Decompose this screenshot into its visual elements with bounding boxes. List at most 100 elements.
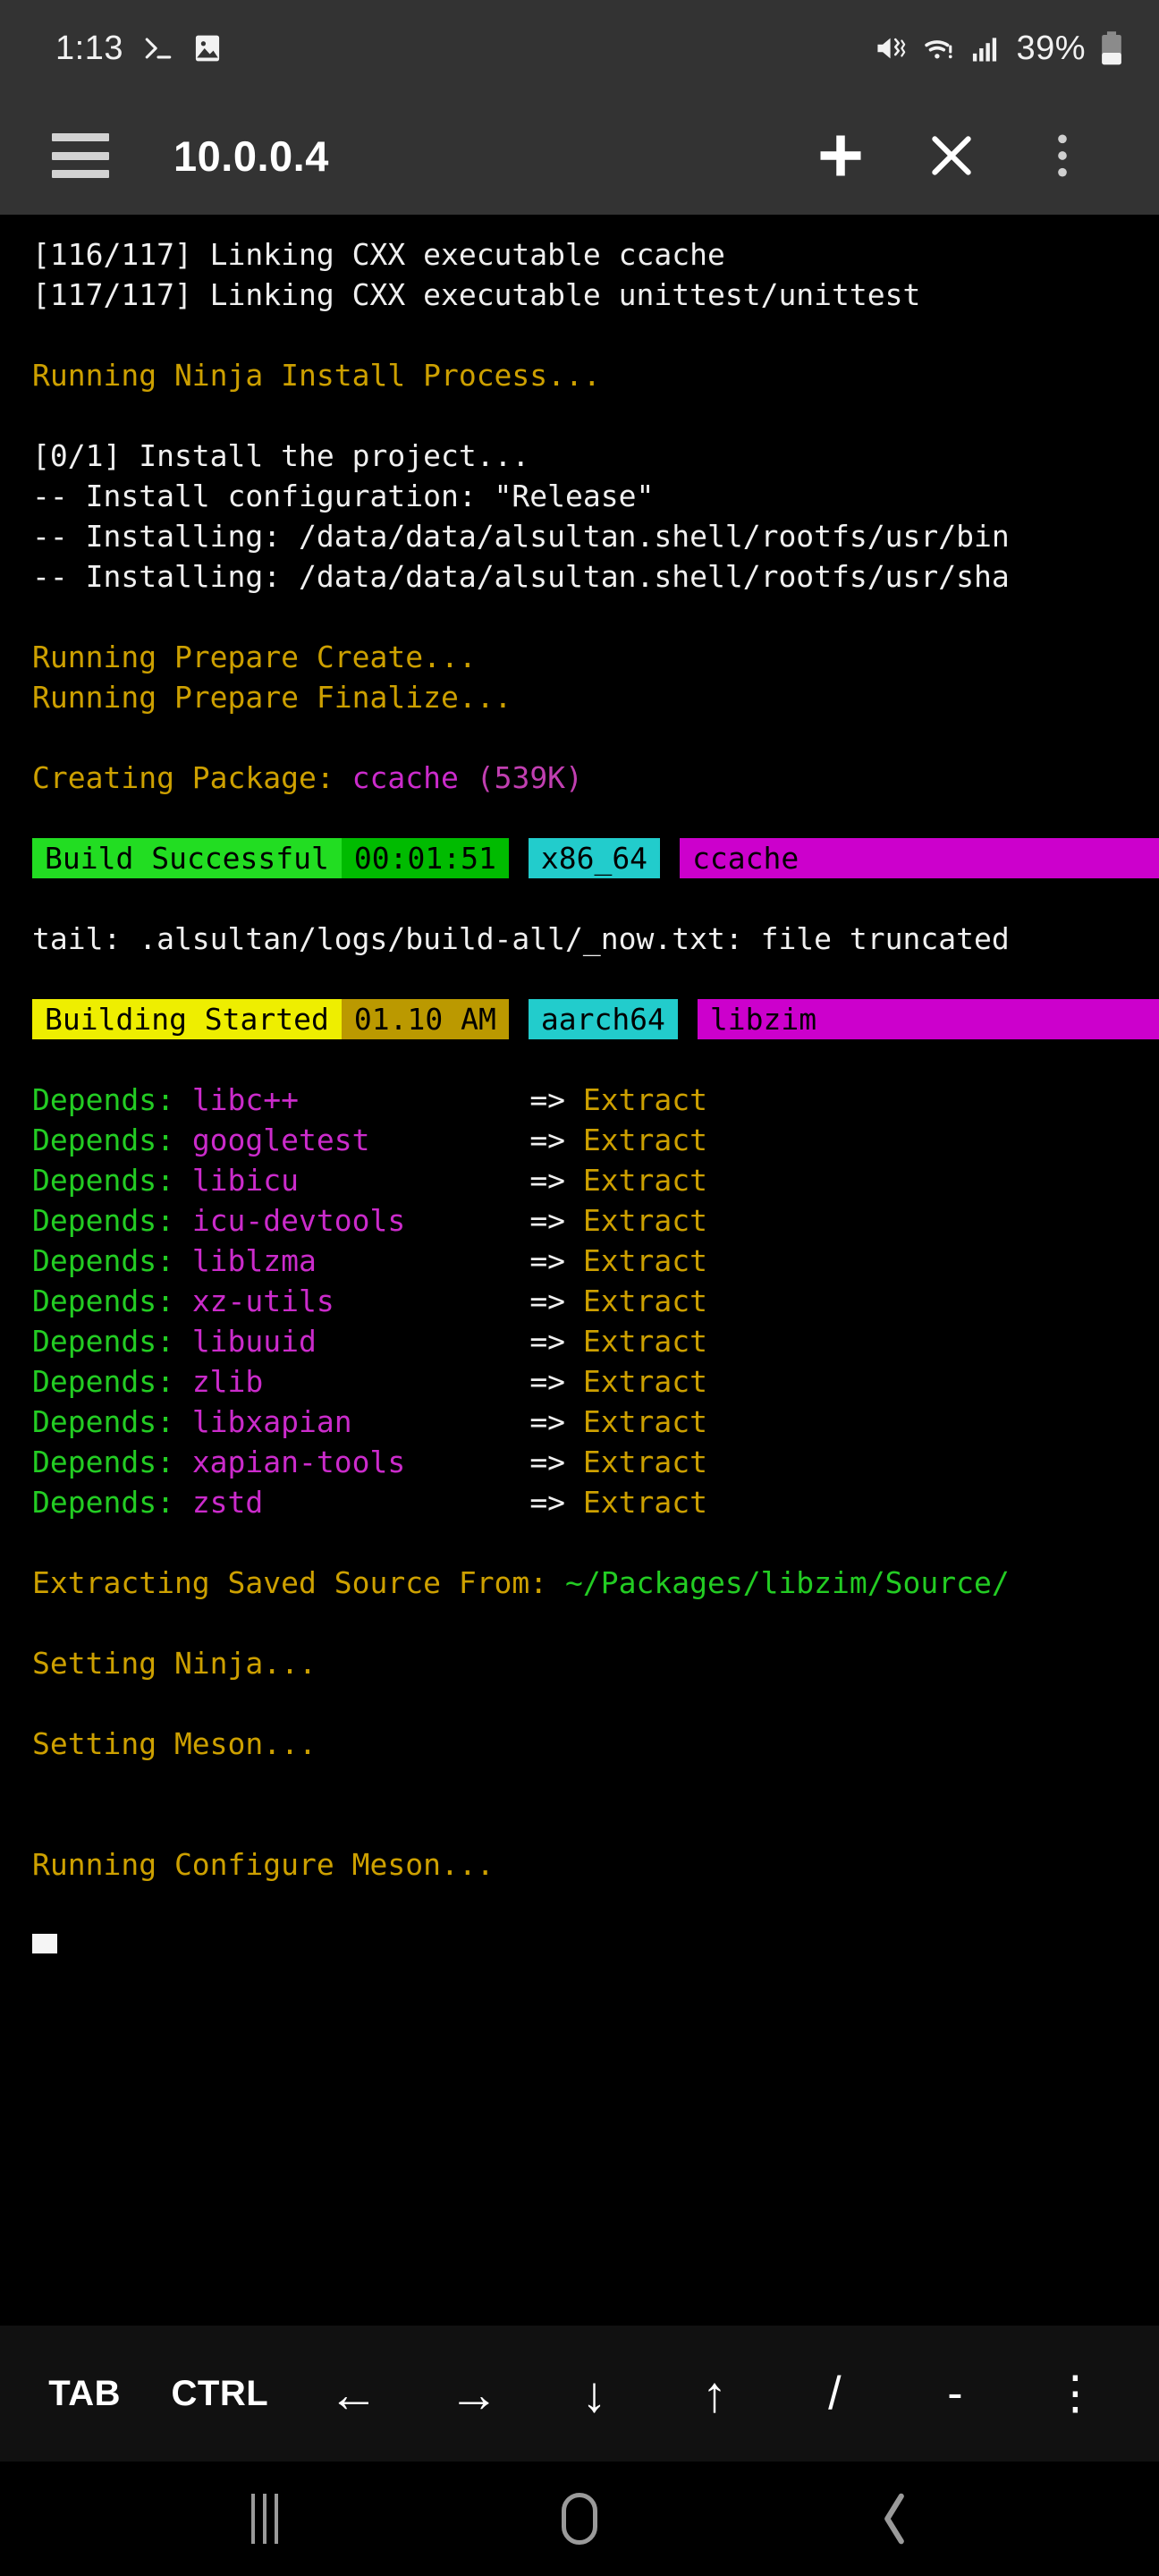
dependency-line: Depends: zstd => Extract: [32, 1482, 1159, 1522]
dependency-name: libuuid: [191, 1324, 317, 1359]
depends-label: Depends:: [32, 1404, 192, 1439]
terminal-text: ccache: [351, 760, 459, 795]
close-session-button[interactable]: [896, 106, 1007, 205]
terminal-line: -- Installing: /data/data/alsultan.shell…: [32, 556, 1159, 597]
depends-label: Depends:: [32, 1082, 192, 1117]
terminal-text: Creating Package:: [32, 760, 352, 795]
terminal-text: Running Configure Meson...: [32, 1847, 495, 1882]
status-badge: libzim: [697, 999, 1159, 1039]
recents-button[interactable]: [211, 2474, 318, 2563]
dependency-action: Extract: [582, 1364, 707, 1399]
arrow-left-key[interactable]: ←: [319, 2349, 389, 2438]
depends-label: Depends:: [32, 1203, 192, 1238]
dependency-line: Depends: libxapian => Extract: [32, 1402, 1159, 1442]
arrow-glyph: =>: [529, 1203, 583, 1238]
arrow-glyph: =>: [529, 1485, 583, 1520]
terminal-icon: [143, 33, 173, 64]
more-keys-button[interactable]: ⋮: [1041, 2349, 1111, 2438]
gallery-icon: [193, 33, 222, 64]
dependency-action: Extract: [582, 1163, 707, 1198]
battery-percent-label: 39%: [1016, 29, 1086, 67]
dependency-action: Extract: [582, 1485, 707, 1520]
home-button[interactable]: [526, 2474, 633, 2563]
badge-gap: [660, 838, 680, 878]
dependency-action: Extract: [582, 1404, 707, 1439]
dependency-line: Depends: icu-devtools => Extract: [32, 1200, 1159, 1241]
terminal-text: Running Ninja Install Process...: [32, 358, 601, 393]
menu-icon[interactable]: [52, 133, 109, 178]
depends-spacer: [317, 1243, 529, 1278]
new-session-button[interactable]: [785, 106, 896, 205]
ctrl-key[interactable]: CTRL: [172, 2349, 269, 2438]
dependency-name: googletest: [191, 1123, 370, 1157]
arrow-right-key[interactable]: →: [439, 2349, 509, 2438]
depends-spacer: [317, 1324, 529, 1359]
tab-key[interactable]: TAB: [48, 2349, 121, 2438]
dependency-name: xz-utils: [191, 1284, 334, 1318]
dependency-line: Depends: liblzma => Extract: [32, 1241, 1159, 1281]
wifi-warning-icon: [923, 33, 957, 64]
terminal-line: Extracting Saved Source From: ~/Packages…: [32, 1563, 1159, 1603]
depends-label: Depends:: [32, 1485, 192, 1520]
arrow-glyph: =>: [529, 1404, 583, 1439]
terminal-text: (539K): [458, 760, 583, 795]
status-badge: ccache: [680, 838, 1159, 878]
status-badge-row: Building Started 01.10 AM aarch64 libzim: [32, 999, 1159, 1039]
depends-spacer: [405, 1445, 529, 1479]
status-badge: 00:01:51: [341, 838, 509, 878]
depends-label: Depends:: [32, 1243, 192, 1278]
terminal-text: [0/1] Install the project...: [32, 438, 530, 473]
session-title: 10.0.0.4: [173, 131, 329, 180]
terminal-line: [117/117] Linking CXX executable unittes…: [32, 275, 1159, 315]
clock: 1:13: [55, 29, 123, 67]
status-badge: Building Started: [32, 999, 342, 1039]
terminal-text: Running Prepare Finalize...: [32, 680, 512, 715]
dependency-action: Extract: [582, 1243, 707, 1278]
terminal-output[interactable]: [116/117] Linking CXX executable ccache […: [0, 215, 1159, 2326]
arrow-glyph: =>: [529, 1082, 583, 1117]
depends-label: Depends:: [32, 1445, 192, 1479]
depends-label: Depends:: [32, 1163, 192, 1198]
terminal-line: Running Configure Meson...: [32, 1844, 1159, 1885]
mute-vibrate-icon: [875, 33, 909, 64]
battery-icon: [1100, 31, 1123, 65]
terminal-text: [116/117] Linking CXX executable ccache: [32, 237, 725, 272]
terminal-text: -- Install configuration: "Release": [32, 479, 655, 513]
dependency-line: Depends: xapian-tools => Extract: [32, 1442, 1159, 1482]
android-nav-bar: [0, 2462, 1159, 2576]
depends-label: Depends:: [32, 1364, 192, 1399]
terminal-line: Setting Ninja...: [32, 1643, 1159, 1683]
more-options-button[interactable]: [1007, 106, 1118, 205]
arrow-glyph: =>: [529, 1324, 583, 1359]
depends-label: Depends:: [32, 1123, 192, 1157]
dependency-action: Extract: [582, 1082, 707, 1117]
back-button[interactable]: [841, 2474, 948, 2563]
app-bar: 10.0.0.4: [0, 97, 1159, 215]
depends-spacer: [299, 1082, 529, 1117]
arrow-glyph: =>: [529, 1364, 583, 1399]
terminal-cursor: [32, 1934, 57, 1953]
dependency-line: Depends: zlib => Extract: [32, 1361, 1159, 1402]
home-icon: [562, 2493, 597, 2545]
depends-spacer: [352, 1404, 530, 1439]
status-badge: x86_64: [528, 838, 661, 878]
slash-key[interactable]: /: [800, 2349, 870, 2438]
dependency-line: Depends: googletest => Extract: [32, 1120, 1159, 1160]
dash-key[interactable]: -: [920, 2349, 990, 2438]
dependency-line: Depends: libuuid => Extract: [32, 1321, 1159, 1361]
arrow-up-key[interactable]: ↑: [680, 2349, 749, 2438]
dependency-name: zlib: [191, 1364, 264, 1399]
terminal-line: Setting Meson...: [32, 1724, 1159, 1764]
arrow-down-key[interactable]: ↓: [560, 2349, 630, 2438]
terminal-text: -- Installing: /data/data/alsultan.shell…: [32, 519, 1010, 554]
dependency-line: Depends: libicu => Extract: [32, 1160, 1159, 1200]
dependency-line: Depends: xz-utils => Extract: [32, 1281, 1159, 1321]
status-bar: 1:13 39%: [0, 0, 1159, 97]
